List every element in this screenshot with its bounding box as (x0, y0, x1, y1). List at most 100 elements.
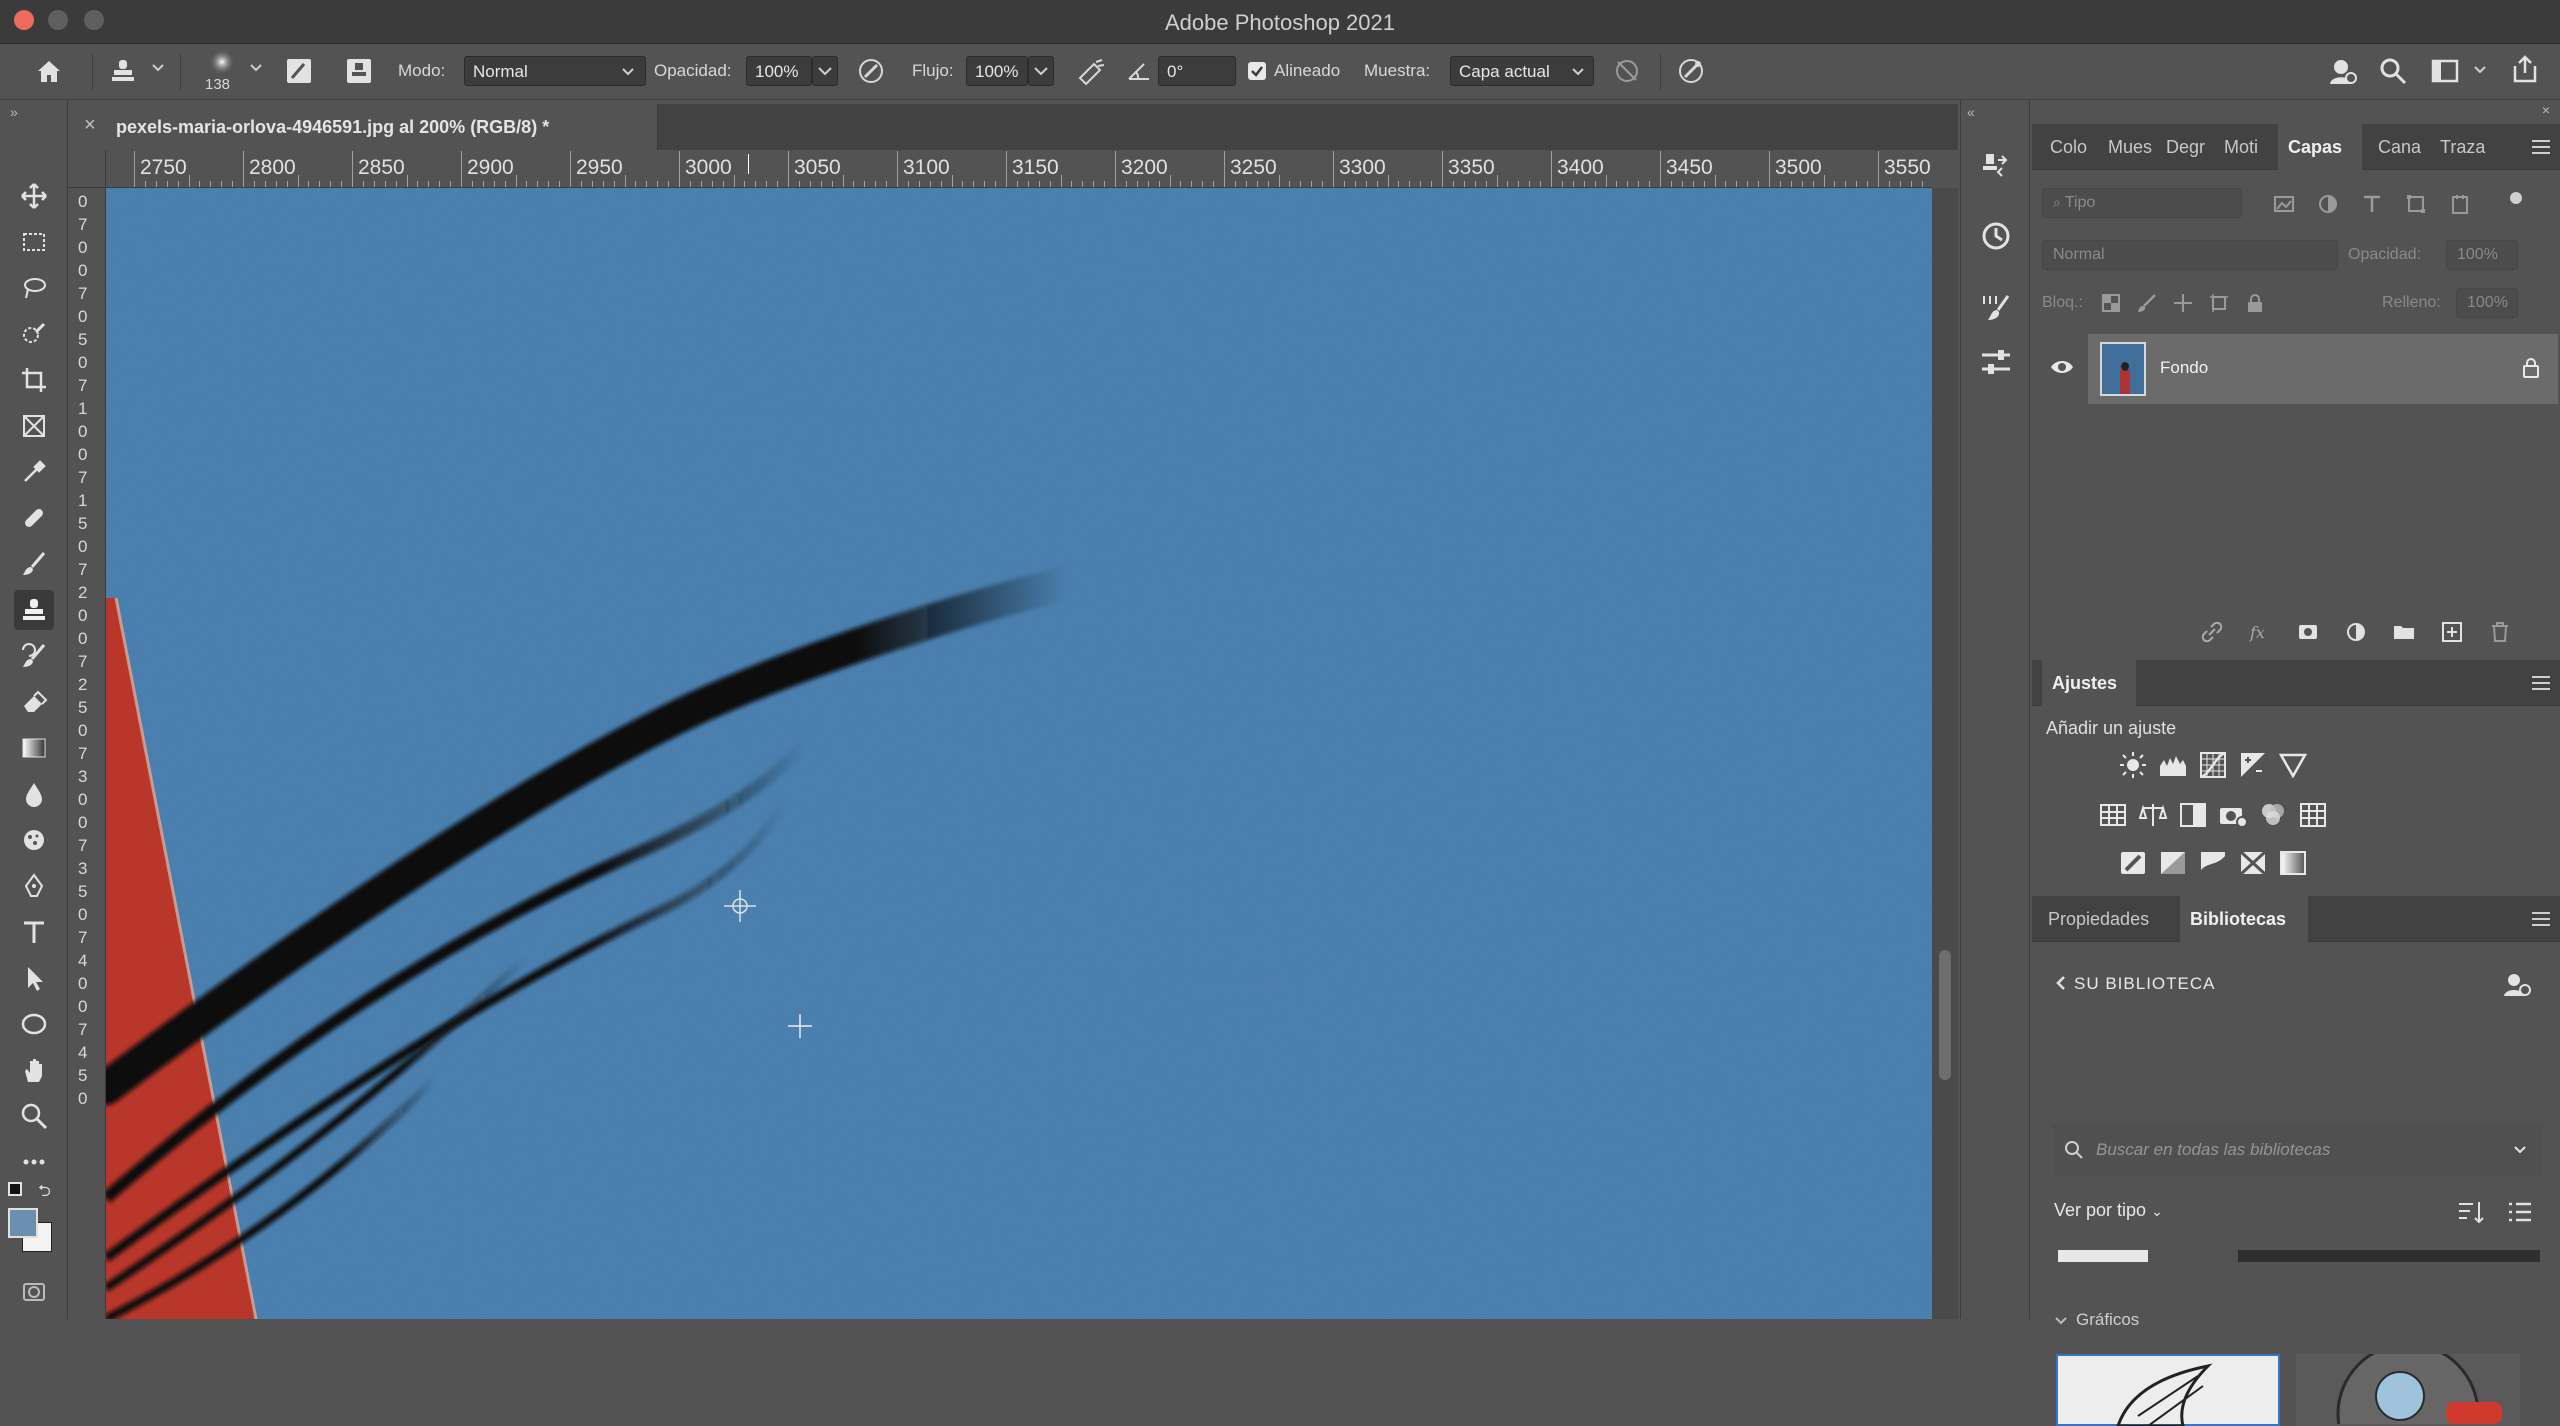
scrollbar-thumb[interactable] (1939, 950, 1951, 1080)
photo-filter-icon[interactable] (2218, 800, 2248, 830)
layers-panel-menu-icon[interactable] (2532, 140, 2550, 154)
lasso-tool-icon[interactable] (14, 268, 54, 308)
tab-ajustes[interactable]: Ajustes (2042, 660, 2136, 706)
quick-selection-tool-icon[interactable] (14, 314, 54, 354)
history-panel-icon[interactable] (1978, 218, 2014, 254)
posterize-icon[interactable] (2158, 848, 2188, 878)
layer-style-icon[interactable]: fx (2248, 620, 2272, 644)
search-icon[interactable] (2378, 56, 2407, 85)
blur-tool-icon[interactable] (14, 774, 54, 814)
search-scope-chevron-icon[interactable] (2512, 1142, 2528, 1158)
pen-tool-icon[interactable] (14, 866, 54, 906)
list-view-icon[interactable] (2506, 1198, 2534, 1226)
fill-input[interactable]: 100% (2456, 288, 2518, 318)
lock-pixels-icon[interactable] (2136, 292, 2158, 314)
image-canvas[interactable] (106, 188, 1932, 1319)
libraries-menu-icon[interactable] (2532, 912, 2550, 926)
back-chevron-icon[interactable] (2054, 974, 2068, 992)
hand-tool-icon[interactable] (14, 1050, 54, 1090)
path-selection-tool-icon[interactable] (14, 958, 54, 998)
workspace-chevron-icon[interactable] (2472, 62, 2488, 90)
ellipse-tool-icon[interactable] (14, 1004, 54, 1044)
tab-bibliotecas[interactable]: Bibliotecas (2180, 896, 2308, 942)
view-by-type-dropdown[interactable]: Ver por tipo ⌄ (2054, 1200, 2163, 1221)
move-tool-icon[interactable] (14, 176, 54, 216)
marquee-tool-icon[interactable] (14, 222, 54, 262)
airbrush-icon[interactable] (1076, 56, 1105, 86)
vibrance-icon[interactable] (2278, 750, 2308, 780)
tab-channels[interactable]: Cana (2368, 124, 2428, 170)
tab-color[interactable]: Colo (2040, 124, 2098, 170)
adjustment-filter-icon[interactable] (2316, 192, 2340, 216)
library-name[interactable]: SU BIBLIOTECA (2074, 974, 2215, 994)
levels-icon[interactable] (2158, 750, 2188, 780)
color-lookup-icon[interactable] (2298, 800, 2328, 830)
smart-object-filter-icon[interactable] (2448, 192, 2472, 216)
history-brush-tool-icon[interactable] (14, 636, 54, 676)
tab-paths[interactable]: Traza (2430, 124, 2500, 170)
flujo-input[interactable]: 100% (966, 56, 1028, 86)
threshold-icon[interactable] (2198, 848, 2228, 878)
new-fill-adjustment-icon[interactable] (2344, 620, 2368, 644)
angle-input[interactable]: 0° (1158, 56, 1236, 86)
close-document-icon[interactable]: × (84, 114, 96, 137)
opacidad-dropdown[interactable] (812, 56, 838, 86)
default-colors-icon[interactable] (8, 1182, 22, 1196)
tab-patterns[interactable]: Moti (2214, 124, 2272, 170)
link-layers-icon[interactable] (2200, 620, 2224, 644)
selective-color-icon[interactable] (2238, 848, 2268, 878)
eyedropper-tool-icon[interactable] (14, 452, 54, 492)
clone-source-icon[interactable] (344, 56, 372, 84)
lock-artboard-icon[interactable] (2208, 292, 2230, 314)
tools-collapse-icon[interactable]: » (10, 104, 18, 120)
quick-mask-icon[interactable] (14, 1272, 54, 1312)
clone-stamp-tool-icon[interactable] (14, 590, 54, 630)
flujo-dropdown[interactable] (1028, 56, 1054, 86)
delete-layer-icon[interactable] (2488, 620, 2512, 644)
gradient-tool-icon[interactable] (14, 728, 54, 768)
healing-brush-tool-icon[interactable] (14, 498, 54, 538)
library-collaborate-icon[interactable] (2502, 970, 2532, 998)
crop-tool-icon[interactable] (14, 360, 54, 400)
gradient-map-icon[interactable] (2278, 848, 2308, 878)
brush-chevron-icon[interactable] (248, 60, 264, 88)
home-icon[interactable] (34, 56, 62, 84)
stamp-tool-preset-icon[interactable] (108, 56, 136, 84)
adjustments-menu-icon[interactable] (2532, 676, 2550, 690)
curves-icon[interactable] (2198, 750, 2228, 780)
type-tool-icon[interactable] (14, 912, 54, 952)
foreground-color-swatch[interactable] (8, 1208, 38, 1238)
account-icon[interactable] (2328, 56, 2357, 84)
zoom-tool-icon[interactable] (14, 1096, 54, 1136)
new-layer-icon[interactable] (2440, 620, 2464, 644)
tab-layers[interactable]: Capas (2278, 124, 2362, 170)
more-tools-icon[interactable] (14, 1142, 54, 1182)
channel-mixer-icon[interactable] (2258, 800, 2288, 830)
swap-colors-icon[interactable]: ⮌ (38, 1180, 51, 1207)
filter-toggle[interactable] (2510, 192, 2522, 204)
hue-saturation-icon[interactable] (2098, 800, 2128, 830)
pressure-size-icon[interactable] (1676, 56, 1704, 84)
layer-opacity-input[interactable]: 100% (2446, 240, 2518, 270)
library-graphic-tile-1[interactable] (2056, 1354, 2280, 1426)
invert-icon[interactable] (2118, 848, 2148, 878)
type-filter-icon[interactable] (2360, 192, 2384, 216)
frame-tool-icon[interactable] (14, 406, 54, 446)
shape-filter-icon[interactable] (2404, 192, 2428, 216)
black-white-icon[interactable] (2178, 800, 2208, 830)
blend-mode-select[interactable]: Normal (2042, 240, 2338, 270)
lock-position-icon[interactable] (2172, 292, 2194, 314)
document-tab[interactable]: × pexels-maria-orlova-4946591.jpg al 200… (68, 104, 658, 150)
clone-source-panel-icon[interactable] (1978, 148, 2014, 184)
add-mask-icon[interactable] (2296, 620, 2320, 644)
new-group-icon[interactable] (2392, 620, 2416, 644)
vertical-scrollbar[interactable] (1932, 188, 1958, 1319)
library-search-box[interactable]: Buscar en todas las bibliotecas (2054, 1124, 2542, 1176)
sponge-tool-icon[interactable] (14, 820, 54, 860)
tab-propiedades[interactable]: Propiedades (2038, 896, 2162, 942)
workspace-icon[interactable] (2430, 56, 2459, 84)
library-graphic-tile-2[interactable] (2296, 1354, 2520, 1426)
opacidad-input[interactable]: 100% (746, 56, 812, 86)
color-balance-icon[interactable] (2138, 800, 2168, 830)
lock-transparent-icon[interactable] (2100, 292, 2122, 314)
